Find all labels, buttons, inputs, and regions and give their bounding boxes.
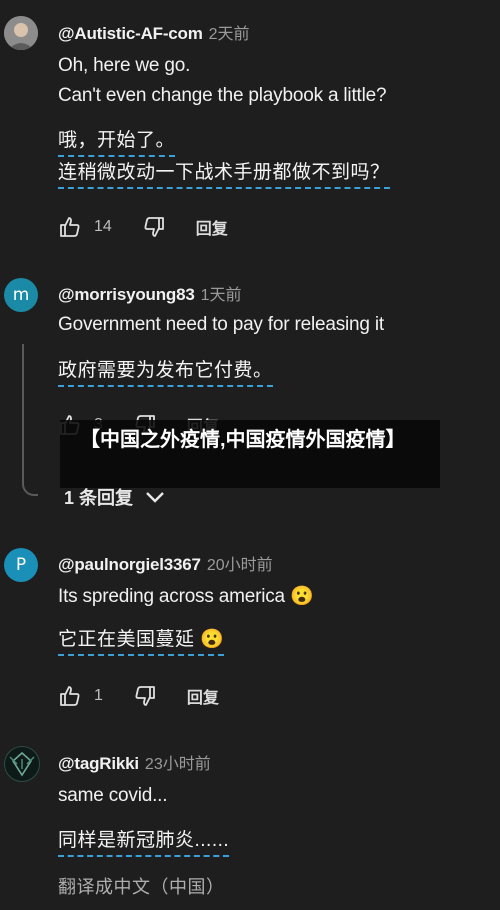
comment-actions: 1 回复 [58,683,219,709]
thumbs-down-icon[interactable] [142,215,166,239]
comment-author[interactable]: @paulnorgiel3367 [58,555,201,574]
comment-text: same covid... [58,785,168,806]
avatar[interactable] [4,746,40,782]
comment-author[interactable]: @tagRikki [58,754,139,773]
comment-time: 2天前 [208,26,250,43]
comment-actions: 14 回复 [58,214,228,240]
user-photo-icon [4,16,38,50]
thumbs-up-icon[interactable] [58,684,82,708]
translate-link[interactable]: 翻译成中文（中国） [58,873,225,899]
emblem-avatar-icon [9,751,35,777]
comment-text: Its spreding across america 😮 [58,586,314,607]
comment-translation: 同样是新冠肺炎...... [58,825,230,857]
avatar[interactable] [4,16,38,50]
comment-translation: 哦，开始了。 [58,125,176,157]
comment-author[interactable]: @morrisyoung83 [58,285,195,304]
avatar[interactable]: m [4,278,38,312]
comment-meta: @morrisyoung83 1天前 [58,281,242,305]
chevron-down-icon [146,492,164,503]
comment-translation: 它正在美国蔓延 😮 [58,624,225,656]
comment-meta: @paulnorgiel3367 20小时前 [58,551,273,575]
overlay-title-banner: 【中国之外疫情,中国疫情外国疫情】 [60,420,440,488]
comment-translation: 连稍微改动一下战术手册都做不到吗？ [58,157,390,189]
comment-text: Oh, here we go. [58,55,191,76]
like-count: 14 [94,218,112,235]
thumbs-down-icon[interactable] [133,684,157,708]
comment-time: 1天前 [200,287,242,304]
comment-author[interactable]: @Autistic-AF-com [58,24,203,43]
comment-text: Can't even change the playbook a little? [58,85,387,106]
thread-connector [22,344,38,496]
like-count: 1 [94,687,103,704]
comment-meta: @tagRikki 23小时前 [58,750,211,774]
reply-button[interactable]: 回复 [187,684,219,708]
avatar[interactable]: P [4,548,38,582]
thumbs-up-icon[interactable] [58,215,82,239]
comment-time: 23小时前 [144,756,211,773]
reply-button[interactable]: 回复 [196,215,228,239]
comment-text: Government need to pay for releasing it [58,314,384,335]
comment-meta: @Autistic-AF-com 2天前 [58,20,250,44]
comment-translation: 政府需要为发布它付费。 [58,355,273,387]
comment-time: 20小时前 [206,557,273,574]
